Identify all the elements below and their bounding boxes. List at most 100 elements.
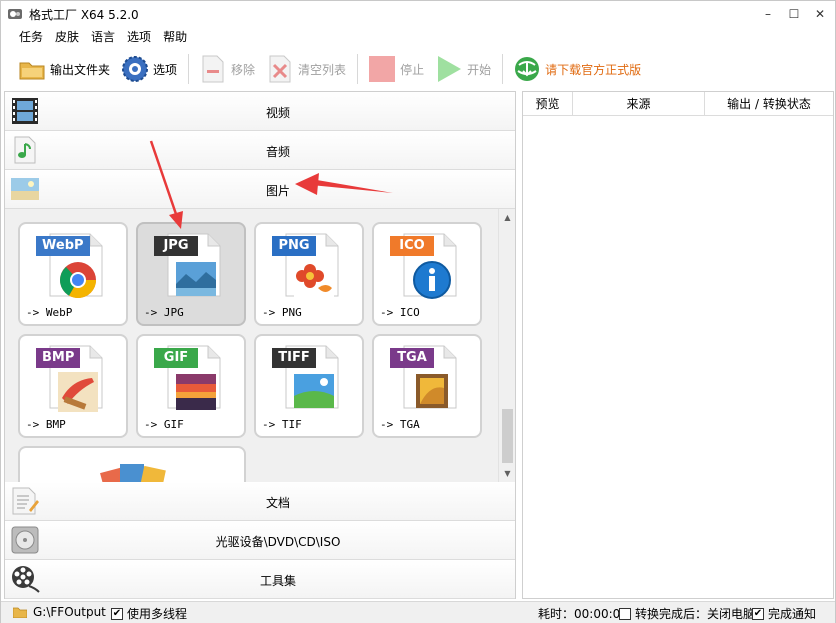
category-image-label: 图片 — [265, 184, 290, 198]
scroll-up-arrow-icon[interactable]: ▲ — [499, 209, 515, 226]
elapsed-time-text: 耗时：00:00:00 — [538, 607, 628, 621]
photo-stack-icon — [100, 464, 166, 482]
remove-button[interactable]: 移除 — [194, 51, 259, 87]
start-button[interactable]: 开始 — [430, 51, 495, 87]
category-audio-label: 音频 — [265, 145, 290, 159]
toolbar-separator — [188, 54, 190, 84]
toolbar-separator — [357, 54, 359, 84]
format-photo-album-tile[interactable] — [18, 446, 246, 482]
format-ico-output: -> ICO — [380, 306, 420, 319]
column-preview[interactable]: 预览 — [523, 92, 573, 115]
brush-icon — [58, 372, 98, 412]
landscape-icon — [294, 374, 334, 408]
format-tga-badge: TGA — [390, 348, 434, 368]
format-gif-tile[interactable]: GIF -> GIF — [136, 334, 246, 438]
folder-icon — [13, 607, 27, 618]
window-title: 格式工厂 X64 5.2.0 — [29, 8, 139, 22]
format-bmp-output: -> BMP — [26, 418, 66, 431]
format-png-output: -> PNG — [262, 306, 302, 319]
notify-check-icon[interactable]: ✔ — [752, 607, 764, 620]
clear-list-label: 清空列表 — [298, 62, 347, 77]
remove-label: 移除 — [231, 62, 256, 77]
format-webp-tile[interactable]: WebP -> WebP — [18, 222, 128, 326]
format-jpg-output: -> JPG — [144, 306, 184, 319]
title-bar: 格式工厂 X64 5.2.0 – ☐ ✕ — [1, 1, 835, 27]
stop-icon — [367, 54, 397, 84]
format-grid-scrollbar[interactable]: ▲ ▼ — [498, 209, 515, 482]
scroll-down-arrow-icon[interactable]: ▼ — [499, 465, 515, 482]
multithread-check-icon[interactable]: ✔ — [111, 607, 123, 620]
menu-help[interactable]: 帮助 — [157, 27, 193, 47]
flower-icon — [294, 260, 334, 298]
after-convert-check-icon[interactable] — [619, 607, 631, 620]
category-audio[interactable]: 音频 — [5, 131, 515, 170]
format-tga-tile[interactable]: TGA -> TGA — [372, 334, 482, 438]
download-official-button[interactable]: 请下载官方正式版 — [508, 51, 645, 87]
format-png-badge: PNG — [272, 236, 316, 256]
menu-language[interactable]: 语言 — [85, 27, 121, 47]
options-button[interactable]: 选项 — [116, 51, 181, 87]
output-folder-label: 输出文件夹 — [50, 62, 111, 77]
category-image[interactable]: 图片 — [5, 170, 515, 209]
toolbar-separator — [502, 54, 504, 84]
category-panel: 视频 音频 图片 WebP -> WebP JPG -> JPG PNG -> … — [4, 91, 516, 599]
stop-label: 停止 — [400, 62, 425, 77]
app-logo-icon — [8, 9, 22, 19]
options-label: 选项 — [153, 62, 178, 77]
elapsed-time: 耗时：00:00:00 — [538, 605, 628, 622]
format-jpg-tile[interactable]: JPG -> JPG — [136, 222, 246, 326]
globe-download-icon — [512, 54, 542, 84]
landscape-icon — [176, 262, 216, 296]
format-jpg-badge: JPG — [154, 236, 198, 256]
column-source[interactable]: 来源 — [573, 92, 705, 115]
format-tiff-output: -> TIF — [262, 418, 302, 431]
remove-icon — [198, 54, 228, 84]
format-tiff-tile[interactable]: TIFF -> TIF — [254, 334, 364, 438]
menu-options[interactable]: 选项 — [121, 27, 157, 47]
category-optical-label: 光驱设备\DVD\CD\ISO — [215, 535, 341, 549]
clear-list-button[interactable]: 清空列表 — [261, 51, 350, 87]
status-bar: G:\FFOutput ✔ 使用多线程 耗时：00:00:00 转换完成后：关闭… — [1, 601, 835, 623]
output-folder-button[interactable]: 输出文件夹 — [13, 51, 114, 87]
format-factory-window: 格式工厂 X64 5.2.0 – ☐ ✕ 任务 皮肤 语言 选项 帮助 输出文件… — [0, 0, 836, 623]
output-path[interactable]: G:\FFOutput — [13, 605, 106, 619]
format-png-tile[interactable]: PNG -> PNG — [254, 222, 364, 326]
task-list-panel: 预览 来源 输出 / 转换状态 — [522, 91, 834, 599]
category-tools-label: 工具集 — [259, 574, 296, 588]
notify-label: 完成通知 — [768, 607, 817, 621]
stop-button[interactable]: 停止 — [363, 51, 428, 87]
category-document-label: 文档 — [265, 496, 290, 510]
format-gif-badge: GIF — [154, 348, 198, 368]
folder-icon — [17, 54, 47, 84]
menu-task[interactable]: 任务 — [13, 27, 49, 47]
category-document[interactable]: 文档 — [5, 482, 515, 521]
format-webp-output: -> WebP — [26, 306, 73, 319]
category-video[interactable]: 视频 — [5, 92, 515, 131]
after-convert-checkbox[interactable]: 转换完成后：关闭电脑 — [619, 605, 755, 622]
start-label: 开始 — [467, 62, 492, 77]
notify-checkbox[interactable]: ✔ 完成通知 — [752, 605, 816, 622]
multithread-checkbox[interactable]: ✔ 使用多线程 — [111, 605, 187, 622]
format-tga-output: -> TGA — [380, 418, 420, 431]
menu-bar: 任务 皮肤 语言 选项 帮助 — [1, 27, 835, 47]
output-path-text: G:\FFOutput — [33, 605, 106, 619]
column-output-status[interactable]: 输出 / 转换状态 — [705, 92, 833, 115]
scroll-thumb[interactable] — [502, 409, 513, 463]
menu-skin[interactable]: 皮肤 — [49, 27, 85, 47]
picture-icon — [416, 374, 448, 408]
category-tools[interactable]: 工具集 — [5, 560, 515, 599]
download-official-label: 请下载官方正式版 — [545, 62, 642, 77]
category-video-label: 视频 — [265, 106, 290, 120]
format-bmp-tile[interactable]: BMP -> BMP — [18, 334, 128, 438]
format-bmp-badge: BMP — [36, 348, 81, 368]
format-ico-tile[interactable]: ICO -> ICO — [372, 222, 482, 326]
info-icon — [413, 261, 451, 299]
task-list-header: 预览 来源 输出 / 转换状态 — [523, 92, 833, 116]
category-optical[interactable]: 光驱设备\DVD\CD\ISO — [5, 521, 515, 560]
close-button[interactable]: ✕ — [805, 1, 835, 27]
clear-list-icon — [265, 54, 295, 84]
gear-icon — [120, 54, 150, 84]
after-convert-label: 转换完成后：关闭电脑 — [635, 607, 756, 621]
format-webp-badge: WebP — [36, 236, 90, 256]
play-icon — [434, 54, 464, 84]
